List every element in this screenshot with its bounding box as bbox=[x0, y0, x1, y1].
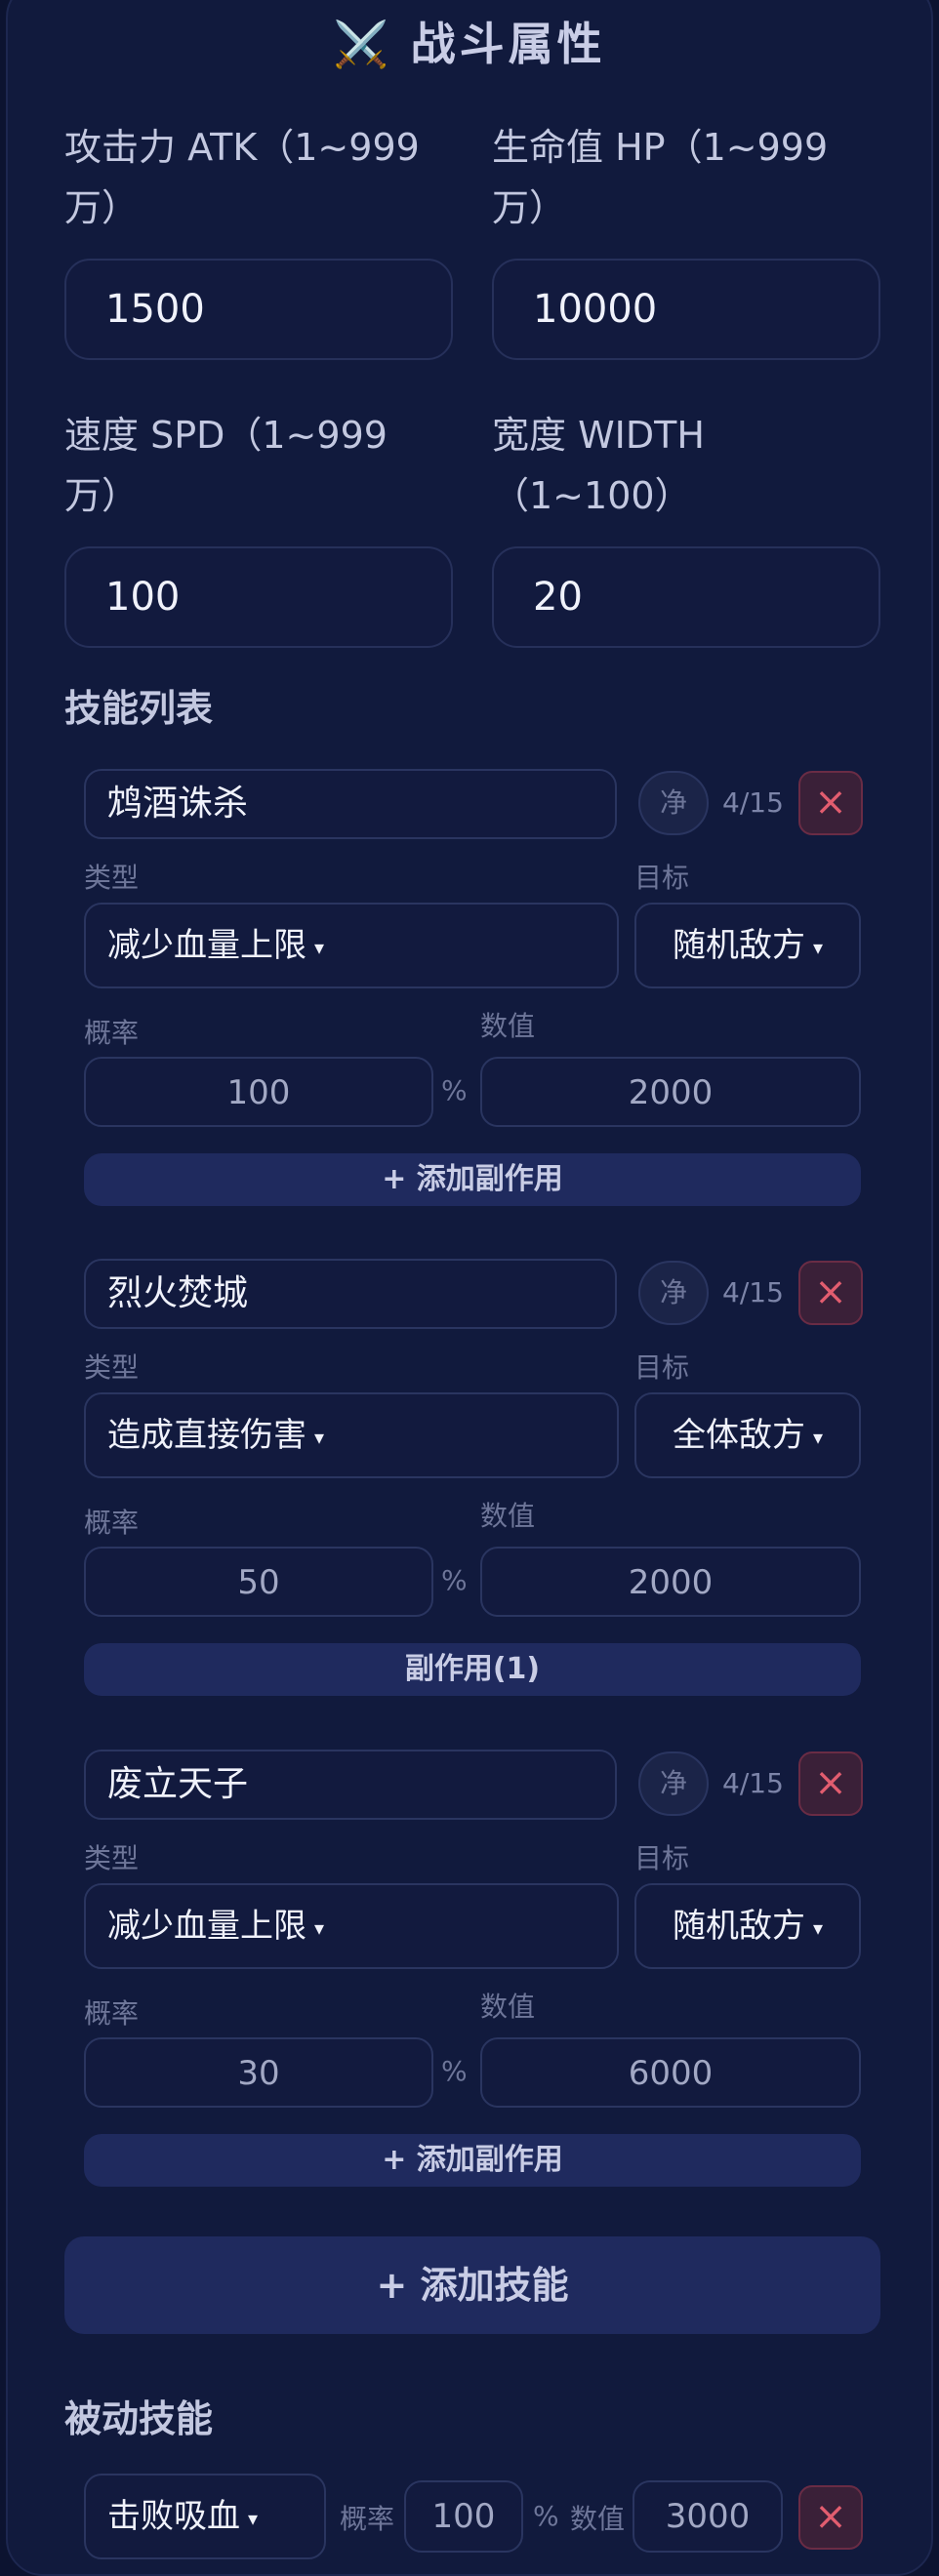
type-label: 类型 bbox=[84, 862, 140, 894]
chevron-down-icon: ▾ bbox=[314, 935, 325, 959]
skill-chance-input[interactable]: 100 bbox=[84, 1057, 433, 1127]
passive-section-title: 被动技能 bbox=[64, 2397, 214, 2440]
passive-type-select[interactable]: 击败吸血 ▾ bbox=[84, 2474, 326, 2559]
skill-name-input[interactable]: 鸩酒诛杀 bbox=[84, 769, 617, 839]
chevron-down-icon: ▾ bbox=[248, 2506, 259, 2530]
passive-value-input[interactable]: 3000 bbox=[633, 2480, 783, 2553]
skill-type-value: 减少血量上限 bbox=[107, 1907, 306, 1946]
value-label: 数值 bbox=[480, 1010, 536, 1042]
skill-chance-input[interactable]: 30 bbox=[84, 2037, 433, 2108]
side-effects-button[interactable]: 副作用(1) bbox=[84, 1643, 861, 1696]
chance-label: 概率 bbox=[84, 1017, 140, 1049]
atk-input[interactable]: 1500 bbox=[64, 259, 453, 360]
hp-input[interactable]: 10000 bbox=[492, 259, 880, 360]
close-icon: × bbox=[814, 2494, 847, 2539]
chance-label: 概率 bbox=[84, 1997, 140, 2030]
close-icon: × bbox=[814, 1760, 847, 1805]
chance-label: 概率 bbox=[84, 1507, 140, 1539]
skill-name-input[interactable]: 废立天子 bbox=[84, 1750, 617, 1820]
percent-sign: % bbox=[441, 1564, 468, 1596]
skill-target-select[interactable]: 随机敌方 ▾ bbox=[634, 1883, 861, 1969]
width-label: 宽度 WIDTH （1~100） bbox=[492, 414, 705, 517]
skill-value-input[interactable]: 2000 bbox=[480, 1547, 861, 1617]
add-side-effect-button[interactable]: + 添加副作用 bbox=[84, 1153, 861, 1206]
delete-skill-button[interactable]: × bbox=[798, 1751, 863, 1816]
chevron-down-icon: ▾ bbox=[314, 1915, 325, 1940]
crossed-swords-icon: ⚔️ bbox=[333, 18, 393, 70]
value-label: 数值 bbox=[480, 1500, 536, 1532]
spd-label: 速度 SPD（1~999 万） bbox=[64, 414, 388, 517]
page-title: ⚔️ 战斗属性 bbox=[0, 10, 939, 78]
skill-target-value: 随机敌方 bbox=[672, 1907, 805, 1946]
passive-chance-label: 概率 bbox=[340, 2503, 395, 2535]
clean-button[interactable]: 净 bbox=[638, 1261, 709, 1325]
passive-value-label: 数值 bbox=[570, 2503, 626, 2535]
delete-skill-button[interactable]: × bbox=[798, 1261, 863, 1325]
skill-chance-input[interactable]: 50 bbox=[84, 1547, 433, 1617]
skills-section-title: 技能列表 bbox=[64, 687, 214, 730]
type-label: 类型 bbox=[84, 1842, 140, 1874]
clean-button[interactable]: 净 bbox=[638, 771, 709, 835]
target-label: 目标 bbox=[634, 1842, 690, 1874]
passive-type-value: 击败吸血 bbox=[107, 2497, 240, 2536]
page-title-text: 战斗属性 bbox=[410, 18, 606, 70]
hp-label: 生命值 HP（1~999 万） bbox=[492, 126, 829, 229]
add-side-effect-button[interactable]: + 添加副作用 bbox=[84, 2134, 861, 2187]
skill-name-count: 4/15 bbox=[722, 786, 784, 819]
skill-name-count: 4/15 bbox=[722, 1767, 784, 1799]
skill-type-value: 造成直接伤害 bbox=[107, 1416, 306, 1455]
skill-target-select[interactable]: 随机敌方 ▾ bbox=[634, 903, 861, 988]
skill-target-value: 全体敌方 bbox=[672, 1416, 805, 1455]
chevron-down-icon: ▾ bbox=[812, 935, 824, 959]
percent-sign: % bbox=[441, 1074, 468, 1107]
atk-label: 攻击力 ATK（1~999 万） bbox=[64, 126, 420, 229]
chevron-down-icon: ▾ bbox=[812, 1915, 824, 1940]
delete-passive-button[interactable]: × bbox=[798, 2485, 863, 2550]
width-input[interactable]: 20 bbox=[492, 546, 880, 648]
skill-name-input[interactable]: 烈火焚城 bbox=[84, 1259, 617, 1329]
close-icon: × bbox=[814, 1269, 847, 1314]
close-icon: × bbox=[814, 780, 847, 825]
spd-input[interactable]: 100 bbox=[64, 546, 453, 648]
add-skill-button[interactable]: + 添加技能 bbox=[64, 2236, 880, 2334]
chevron-down-icon: ▾ bbox=[314, 1425, 325, 1449]
skill-target-value: 随机敌方 bbox=[672, 926, 805, 965]
target-label: 目标 bbox=[634, 1351, 690, 1384]
passive-chance-input[interactable]: 100 bbox=[404, 2480, 523, 2553]
skill-type-select[interactable]: 减少血量上限 ▾ bbox=[84, 903, 619, 988]
skill-value-input[interactable]: 6000 bbox=[480, 2037, 861, 2108]
skill-type-select[interactable]: 造成直接伤害 ▾ bbox=[84, 1392, 619, 1478]
delete-skill-button[interactable]: × bbox=[798, 771, 863, 835]
percent-sign: % bbox=[533, 2500, 559, 2532]
clean-button[interactable]: 净 bbox=[638, 1751, 709, 1816]
target-label: 目标 bbox=[634, 862, 690, 894]
type-label: 类型 bbox=[84, 1351, 140, 1384]
chevron-down-icon: ▾ bbox=[812, 1425, 824, 1449]
skill-target-select[interactable]: 全体敌方 ▾ bbox=[634, 1392, 861, 1478]
skill-value-input[interactable]: 2000 bbox=[480, 1057, 861, 1127]
skill-name-count: 4/15 bbox=[722, 1276, 784, 1308]
percent-sign: % bbox=[441, 2055, 468, 2087]
skill-type-value: 减少血量上限 bbox=[107, 926, 306, 965]
value-label: 数值 bbox=[480, 1991, 536, 2023]
skill-type-select[interactable]: 减少血量上限 ▾ bbox=[84, 1883, 619, 1969]
